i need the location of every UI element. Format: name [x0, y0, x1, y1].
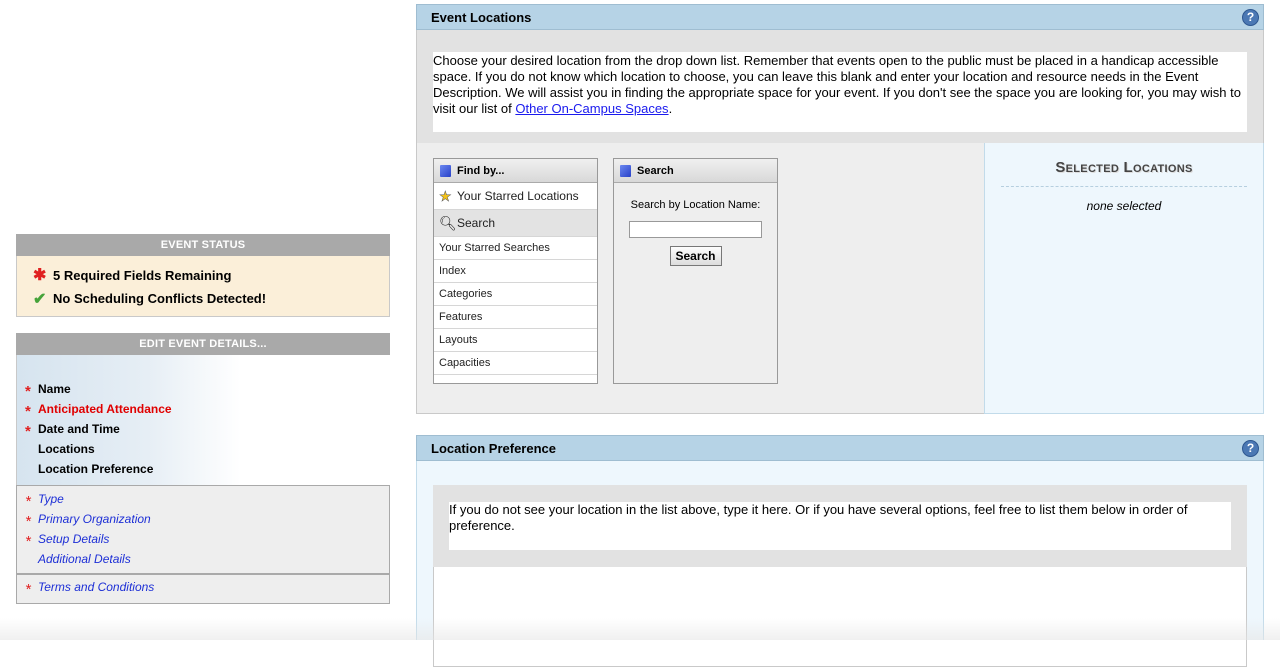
edit-item-label: Name [38, 382, 71, 396]
event-status-body: ✱ 5 Required Fields Remaining ✔ No Sched… [16, 256, 390, 317]
find-by-capacities[interactable]: Capacities [434, 352, 597, 375]
search-panel-header: Search [614, 159, 777, 183]
edit-item-name[interactable]: * Name [25, 379, 390, 399]
selected-locations-panel: Selected Locations none selected [984, 143, 1264, 414]
edit-details-group-main: * Name * Anticipated Attendance * Date and … [16, 355, 390, 485]
find-by-search[interactable]: 🔍︎ Search [434, 210, 597, 237]
required-asterisk-icon: * [25, 382, 31, 400]
find-by-label: Your Starred Locations [457, 189, 579, 203]
required-asterisk-icon: * [25, 580, 31, 598]
checkmark-icon: ✔ [33, 290, 47, 308]
edit-details-group-secondary: * Type * Primary Organization * Setup Detai… [16, 485, 390, 574]
star-icon: ★ [439, 187, 452, 204]
edit-item-label: Location Preference [38, 462, 154, 476]
required-asterisk-icon: * [25, 492, 31, 510]
edit-event-details-panel: EDIT EVENT DETAILS... * Name * Anticipated… [16, 333, 390, 604]
location-preference-section: Location Preference ? If you do not see … [416, 435, 1264, 667]
edit-item-label: Primary Organization [38, 512, 151, 526]
edit-item-anticipated-attendance[interactable]: * Anticipated Attendance [25, 399, 390, 419]
find-by-label: Layouts [439, 334, 478, 346]
find-by-menu: Find by... ★ Your Starred Locations 🔍︎ S… [433, 158, 598, 384]
find-by-starred-searches[interactable]: Your Starred Searches [434, 237, 597, 260]
location-finder: Find by... ★ Your Starred Locations 🔍︎ S… [416, 143, 984, 414]
event-locations-title: Event Locations [431, 9, 532, 25]
edit-item-terms-and-conditions[interactable]: * Terms and Conditions [25, 577, 389, 597]
required-asterisk-icon: * [25, 402, 31, 420]
edit-item-locations[interactable]: Locations [25, 439, 390, 459]
edit-item-location-preference[interactable]: Location Preference [25, 459, 390, 479]
cube-icon [620, 164, 631, 177]
find-by-label: Categories [439, 288, 493, 300]
find-by-heading: Find by... [457, 164, 505, 177]
edit-item-type[interactable]: * Type [25, 489, 389, 509]
edit-item-label: Anticipated Attendance [38, 402, 172, 416]
required-asterisk-icon: * [25, 532, 31, 550]
find-by-label: Your Starred Searches [439, 242, 550, 254]
required-asterisk-icon: * [25, 512, 31, 530]
edit-item-primary-organization[interactable]: * Primary Organization [25, 509, 389, 529]
find-by-layouts[interactable]: Layouts [434, 329, 597, 352]
edit-item-label: Setup Details [38, 532, 110, 546]
location-preference-header: Location Preference ? [416, 435, 1264, 461]
edit-item-setup-details[interactable]: * Setup Details [25, 529, 389, 549]
find-by-index[interactable]: Index [434, 260, 597, 283]
event-status-heading: EVENT STATUS [16, 234, 390, 256]
location-preference-title: Location Preference [431, 440, 556, 456]
search-button[interactable]: Search [669, 246, 722, 266]
find-by-label: Index [439, 265, 466, 277]
selected-locations-title: Selected Locations [1055, 159, 1193, 176]
location-name-search-input[interactable] [629, 221, 762, 238]
search-panel: Search Search by Location Name: Search [613, 158, 778, 384]
edit-details-group-terms: * Terms and Conditions [16, 574, 390, 604]
find-by-header: Find by... [434, 159, 597, 183]
edit-item-label: Terms and Conditions [38, 580, 155, 594]
selected-locations-empty: none selected [1086, 199, 1162, 213]
cube-icon [440, 164, 451, 177]
required-asterisk-icon: * [25, 422, 31, 440]
event-locations-intro: Choose your desired location from the dr… [433, 52, 1247, 132]
intro-end: . [668, 101, 673, 116]
help-icon[interactable]: ? [1242, 9, 1259, 26]
edit-item-label: Type [38, 492, 64, 506]
edit-item-date-and-time[interactable]: * Date and Time [25, 419, 390, 439]
bottom-shade [0, 618, 1280, 640]
location-preference-body: If you do not see your location in the l… [416, 461, 1264, 667]
divider [1001, 186, 1247, 187]
conflicts-text: No Scheduling Conflicts Detected! [53, 291, 267, 306]
find-by-label: Capacities [439, 357, 491, 369]
required-fields-status: ✱ 5 Required Fields Remaining [33, 264, 389, 287]
search-label: Search by Location Name: [630, 199, 761, 211]
other-on-campus-spaces-link[interactable]: Other On-Campus Spaces [515, 101, 668, 116]
find-by-label: Features [439, 311, 483, 323]
location-preference-intro: If you do not see your location in the l… [449, 502, 1231, 550]
help-icon[interactable]: ? [1242, 440, 1259, 457]
magnifier-icon: 🔍︎ [439, 214, 457, 231]
find-by-label: Search [457, 216, 496, 230]
edit-details-heading: EDIT EVENT DETAILS... [16, 333, 390, 355]
search-panel-heading: Search [637, 164, 674, 177]
edit-item-label: Additional Details [38, 552, 131, 566]
event-locations-header: Event Locations ? [416, 4, 1264, 30]
edit-item-additional-details[interactable]: Additional Details [25, 549, 389, 569]
required-fields-text: 5 Required Fields Remaining [53, 268, 232, 283]
location-preference-intro-wrap: If you do not see your location in the l… [433, 485, 1247, 567]
location-preference-textarea[interactable] [433, 567, 1247, 667]
find-by-categories[interactable]: Categories [434, 283, 597, 306]
edit-item-label: Locations [38, 442, 95, 456]
conflicts-status: ✔ No Scheduling Conflicts Detected! [33, 287, 389, 310]
required-asterisk-icon: ✱ [33, 266, 47, 284]
find-by-starred-locations[interactable]: ★ Your Starred Locations [434, 183, 597, 210]
edit-item-label: Date and Time [38, 422, 120, 436]
find-by-features[interactable]: Features [434, 306, 597, 329]
event-locations-intro-wrap: Choose your desired location from the dr… [416, 30, 1264, 143]
event-locations-section: Event Locations ? Choose your desired lo… [416, 4, 1264, 414]
event-status-panel: EVENT STATUS ✱ 5 Required Fields Remaini… [16, 234, 390, 317]
